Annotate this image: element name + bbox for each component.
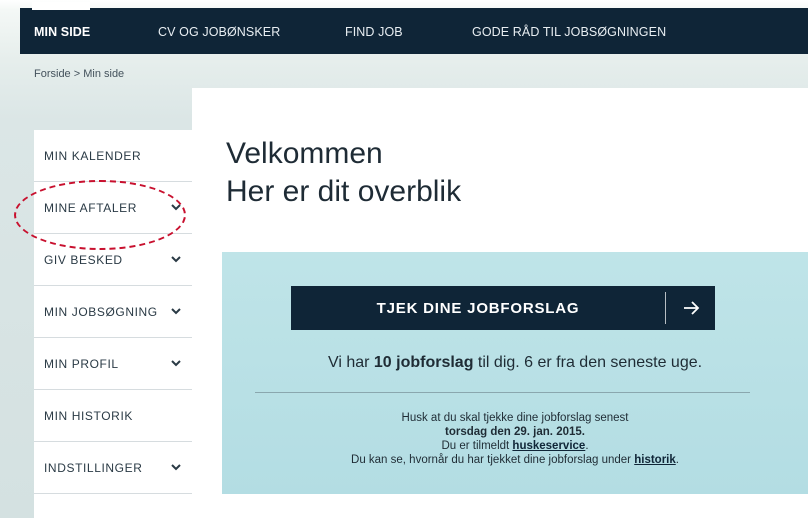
card-divider — [255, 392, 750, 393]
top-navigation: MIN SIDE CV OG JOBØNSKER FIND JOB GODE R… — [20, 2, 808, 54]
arrow-right-icon — [684, 301, 700, 315]
reminder-text: Du kan se, hvornår du har tjekket dine j… — [351, 454, 635, 466]
summary-count: 10 jobforslag — [373, 354, 474, 371]
nav-item-cv-og-jobonsker[interactable]: CV OG JOBØNSKER — [158, 8, 280, 54]
huskeservice-link[interactable]: huskeservice — [512, 440, 585, 452]
page-title: Velkommen Her er dit overblik — [226, 135, 461, 211]
chevron-down-icon — [171, 204, 181, 211]
sidebar-item-label: MIN KALENDER — [44, 149, 142, 163]
reminder-notes: Husk at du skal tjekke dine jobforslag s… — [222, 411, 808, 467]
sidebar-item-giv-besked[interactable]: GIV BESKED — [34, 234, 192, 286]
sidebar-item-min-jobsogning[interactable]: MIN JOBSØGNING — [34, 286, 192, 338]
sidebar-item-mine-aftaler[interactable]: MINE AFTALER — [34, 182, 192, 234]
reminder-text: . — [585, 440, 589, 452]
chevron-down-icon — [171, 464, 181, 471]
sidebar-item-label: MIN JOBSØGNING — [44, 305, 158, 319]
nav-item-find-job[interactable]: FIND JOB — [345, 8, 403, 54]
nav-item-gode-raad[interactable]: GODE RÅD TIL JOBSØGNINGEN — [472, 8, 666, 54]
chevron-down-icon — [171, 360, 181, 367]
job-suggestions-summary: Vi har 10 jobforslag til dig. 6 er fra d… — [222, 354, 808, 372]
welcome-heading-line1: Velkommen — [226, 137, 383, 170]
reminder-subscription: Du er tilmeldt huskeservice. — [222, 439, 808, 453]
sidebar-item-indstillinger[interactable]: INDSTILLINGER — [34, 442, 192, 494]
sidebar: MIN KALENDER MINE AFTALER GIV BESKED MIN… — [34, 130, 192, 518]
reminder-text: . — [675, 454, 679, 466]
check-job-suggestions-button[interactable]: TJEK DINE JOBFORSLAG — [291, 286, 715, 330]
chevron-down-icon — [171, 256, 181, 263]
summary-text-post: til dig. 6 er fra den seneste uge. — [473, 354, 703, 371]
sidebar-item-min-kalender[interactable]: MIN KALENDER — [34, 130, 192, 182]
breadcrumb[interactable]: Forside > Min side — [34, 68, 124, 80]
reminder-text: Du er tilmeldt — [441, 440, 513, 452]
sidebar-item-min-historik[interactable]: MIN HISTORIK — [34, 390, 192, 442]
reminder-history: Du kan se, hvornår du har tjekket dine j… — [222, 453, 808, 467]
historik-link[interactable]: historik — [634, 454, 676, 466]
check-job-suggestions-label: TJEK DINE JOBFORSLAG — [376, 300, 580, 317]
reminder-line: Husk at du skal tjekke dine jobforslag s… — [401, 412, 629, 424]
button-divider — [665, 292, 666, 324]
sidebar-item-min-profil[interactable]: MIN PROFIL — [34, 338, 192, 390]
nav-item-min-side[interactable]: MIN SIDE — [34, 8, 90, 54]
reminder-deadline: torsdag den 29. jan. 2015. — [445, 426, 585, 438]
sidebar-item-label: MINE AFTALER — [44, 201, 137, 215]
welcome-heading-line2: Her er dit overblik — [226, 175, 462, 208]
sidebar-item-label: MIN PROFIL — [44, 357, 119, 371]
chevron-down-icon — [171, 308, 181, 315]
summary-text-pre: Vi har — [327, 354, 374, 371]
sidebar-item-label: MIN HISTORIK — [44, 409, 133, 423]
sidebar-item-label: INDSTILLINGER — [44, 461, 143, 475]
sidebar-item-label: GIV BESKED — [44, 253, 123, 267]
